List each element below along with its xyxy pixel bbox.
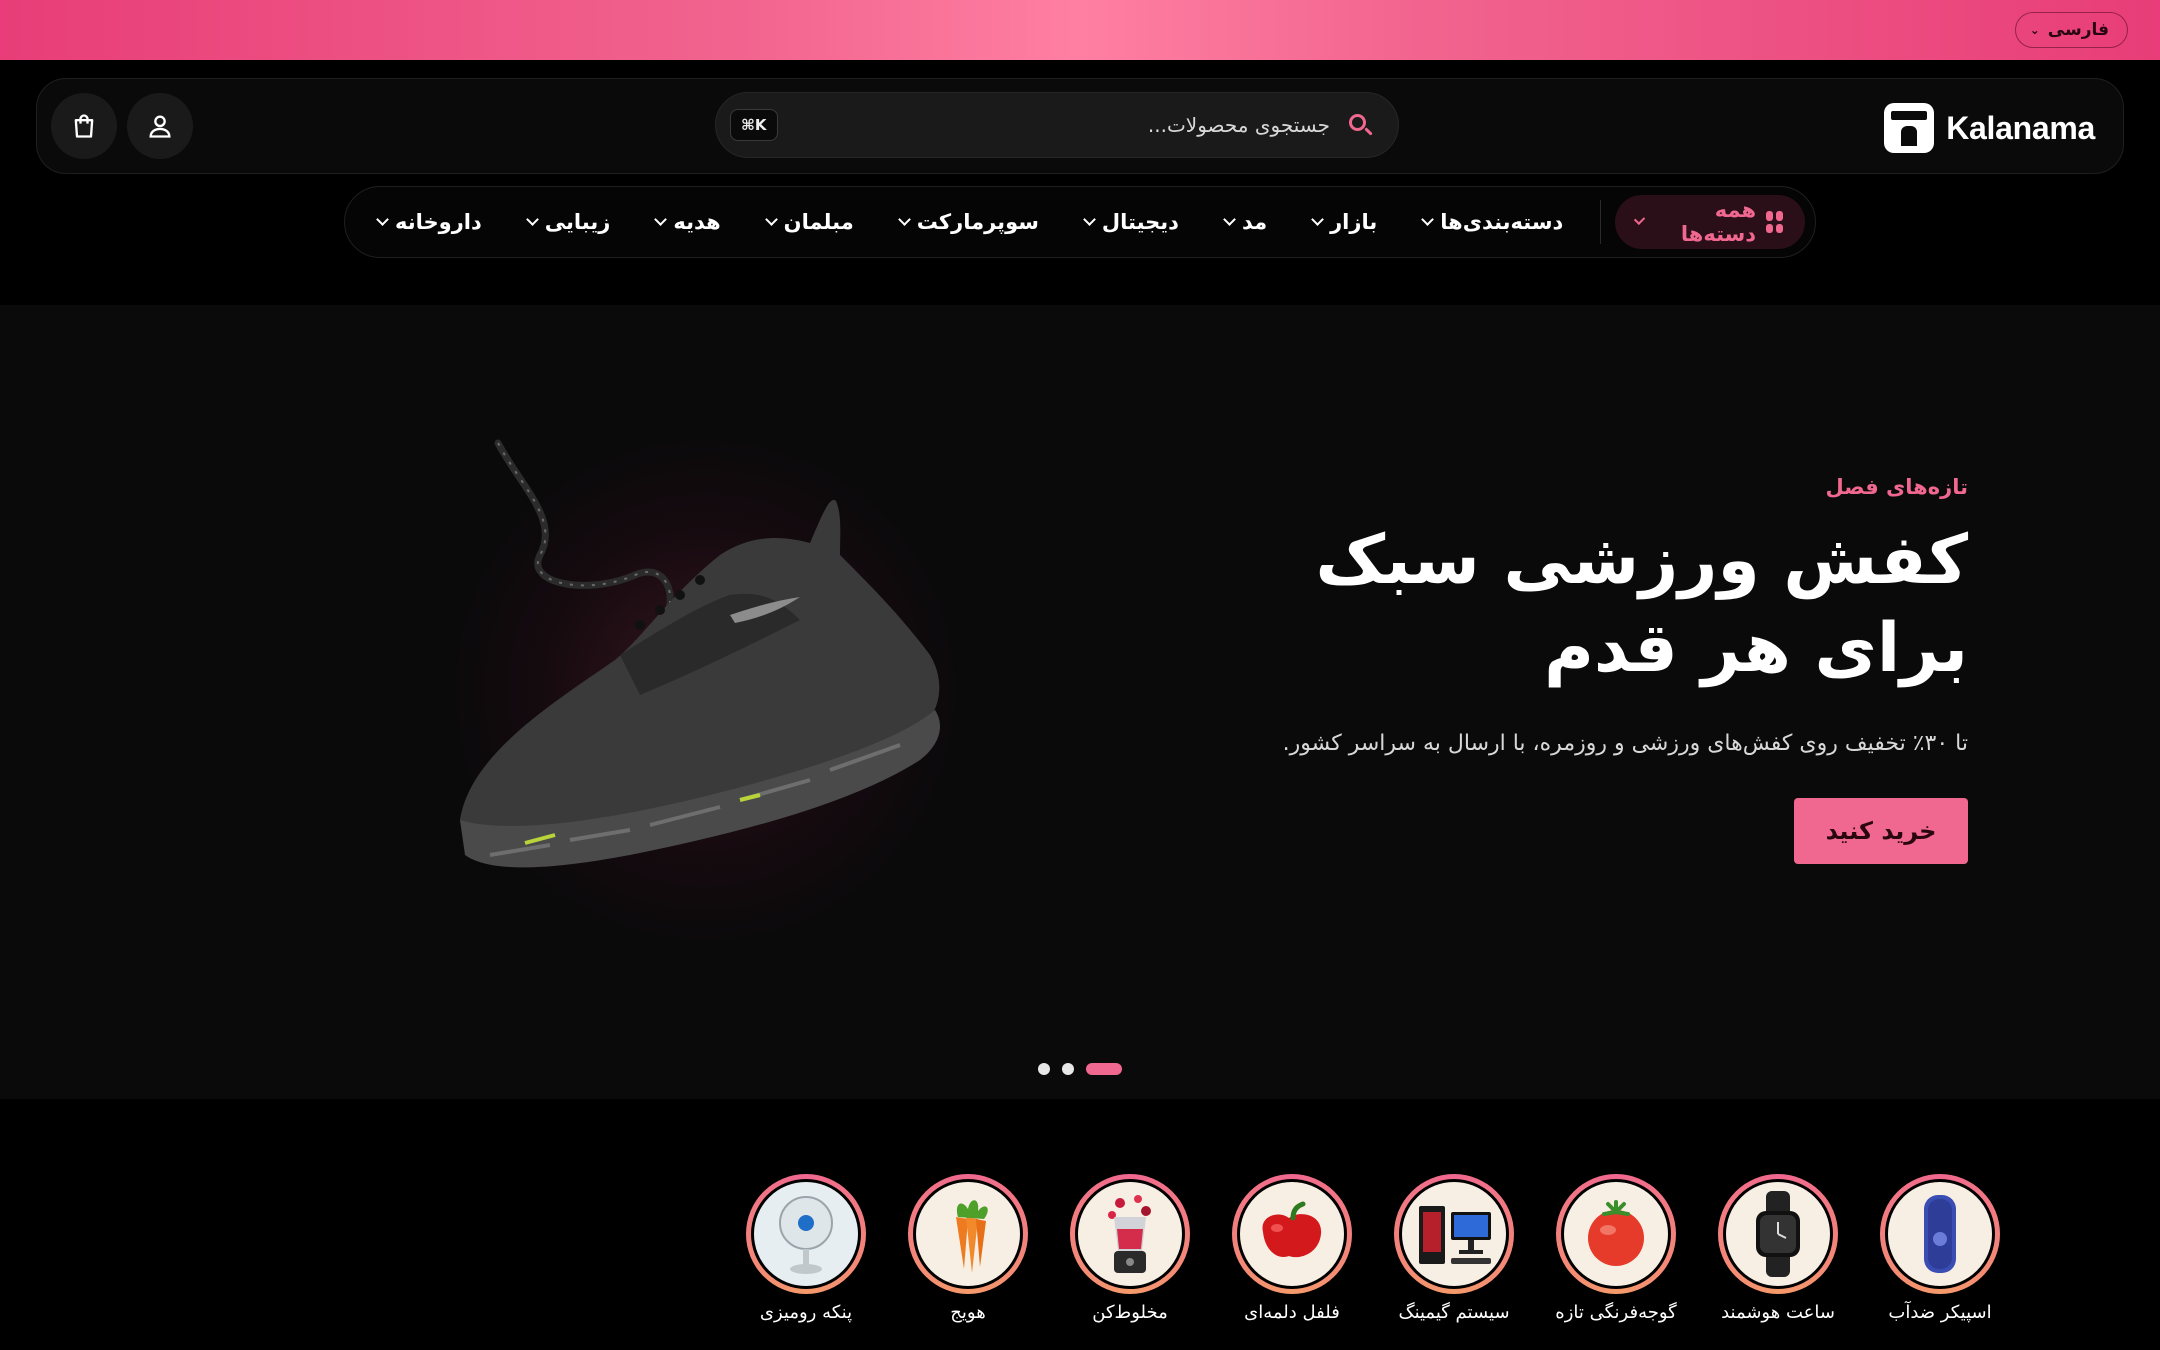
carousel-dot-2[interactable] [1062, 1063, 1074, 1075]
category-label: هویج [950, 1302, 986, 1323]
search-input[interactable] [777, 113, 1330, 137]
user-account-button[interactable] [127, 93, 193, 159]
header: Kalanama ⌘K [36, 78, 2124, 174]
category-item-bell-pepper[interactable]: فلفل دلمه‌ای [1232, 1174, 1352, 1323]
category-item-gaming-pc[interactable]: سیستم گیمینگ [1394, 1174, 1514, 1323]
main-nav: همه دسته‌ها دسته‌بندی‌ها بازار مد دیجیتا… [344, 186, 1816, 258]
shopping-bag-icon [74, 114, 94, 138]
category-label: اسپیکر ضدآب [1888, 1302, 1992, 1323]
blender-icon [1108, 1195, 1151, 1273]
cart-button[interactable] [51, 93, 117, 159]
hero-title: کفش ورزشی سبک برای هر قدم [1315, 521, 1968, 688]
chevron-down-icon [376, 213, 389, 226]
hero-subtitle: تا ۳۰٪ تخفیف روی کفش‌های ورزشی و روزمره،… [1282, 731, 1968, 756]
chevron-down-icon [897, 213, 911, 226]
category-item-tomato[interactable]: گوجه‌فرنگی تازه [1555, 1174, 1677, 1323]
language-selector[interactable]: فارسی ⌄ [2014, 12, 2128, 48]
category-item-carrot[interactable]: هویج [908, 1174, 1028, 1323]
category-item-blender[interactable]: مخلوط‌کن [1070, 1174, 1190, 1323]
nav-item-categories[interactable]: دسته‌بندی‌ها [1400, 210, 1586, 234]
nav-item-furniture[interactable]: مبلمان [744, 210, 877, 234]
chevron-down-icon [1223, 213, 1236, 226]
search-bar[interactable]: ⌘K [715, 92, 1399, 158]
top-bar: فارسی ⌄ [0, 0, 2160, 60]
all-categories-button[interactable]: همه دسته‌ها [1615, 195, 1805, 249]
nav-item-beauty[interactable]: زیبایی [505, 210, 634, 234]
carousel-dot-1-active[interactable] [1086, 1063, 1122, 1075]
category-item-desk-fan[interactable]: پنکه رومیزی [746, 1174, 866, 1323]
speaker-icon [1924, 1195, 1956, 1273]
category-label: پنکه رومیزی [759, 1302, 853, 1323]
chevron-down-icon [654, 213, 668, 226]
all-categories-label: همه دسته‌ها [1680, 198, 1757, 246]
nav-item-bazaar[interactable]: بازار [1290, 210, 1400, 234]
chevron-down-icon [525, 213, 539, 226]
category-label: مخلوط‌کن [1092, 1302, 1168, 1323]
category-label: فلفل دلمه‌ای [1244, 1302, 1340, 1323]
desk-fan-icon [779, 1196, 833, 1274]
category-item-smartwatch[interactable]: ساعت هوشمند [1718, 1174, 1838, 1323]
chevron-down-icon [1311, 213, 1324, 226]
smartwatch-icon [1756, 1191, 1800, 1277]
store-logo-icon [1884, 103, 1935, 153]
nav-item-gift[interactable]: هدیه [633, 210, 743, 234]
chevron-down-icon: ⌄ [2029, 23, 2040, 37]
category-label: ساعت هوشمند [1721, 1302, 1835, 1323]
language-label: فارسی [2047, 20, 2109, 40]
chevron-down-icon [1421, 213, 1435, 226]
hero-image [430, 425, 970, 945]
chevron-down-icon [1083, 213, 1096, 226]
chevron-down-icon [1633, 213, 1645, 226]
nav-item-supermarket[interactable]: سوپرمارکت [877, 210, 1062, 234]
bell-pepper-icon [1262, 1201, 1322, 1258]
hero-eyebrow: تازه‌های فصل [1825, 475, 1968, 499]
search-shortcut-badge: ⌘K [730, 109, 778, 141]
chevron-down-icon [764, 213, 778, 226]
user-icon [149, 115, 171, 138]
carrot-icon [956, 1200, 988, 1273]
logo[interactable]: Kalanama [1884, 103, 2095, 153]
nav-item-pharmacy[interactable]: داروخانه [355, 210, 505, 234]
nav-divider [1600, 200, 1602, 244]
category-item-speaker[interactable]: اسپیکر ضدآب [1880, 1174, 2000, 1323]
tomato-icon [1588, 1200, 1644, 1266]
category-label: سیستم گیمینگ [1398, 1302, 1510, 1323]
sneaker-icon [460, 439, 940, 868]
category-stories: اسپیکر ضدآب ساعت هوشمند گوجه‌فرنگی تازه … [746, 1174, 2000, 1323]
hero-banner: تازه‌های فصل کفش ورزشی سبک برای هر قدم ت… [0, 305, 2160, 1099]
carousel-dots [1038, 1063, 1122, 1075]
hero-content: تازه‌های فصل کفش ورزشی سبک برای هر قدم ت… [1208, 475, 1968, 864]
shop-now-button[interactable]: خرید کنید [1794, 798, 1968, 864]
gaming-pc-icon [1419, 1206, 1491, 1264]
logo-text: Kalanama [1946, 109, 2095, 146]
grid-icon [1766, 211, 1783, 233]
carousel-dot-3[interactable] [1038, 1063, 1050, 1075]
nav-item-fashion[interactable]: مد [1202, 210, 1290, 234]
search-icon[interactable] [1346, 111, 1374, 139]
category-label: گوجه‌فرنگی تازه [1555, 1302, 1677, 1323]
nav-item-digital[interactable]: دیجیتال [1062, 210, 1202, 234]
